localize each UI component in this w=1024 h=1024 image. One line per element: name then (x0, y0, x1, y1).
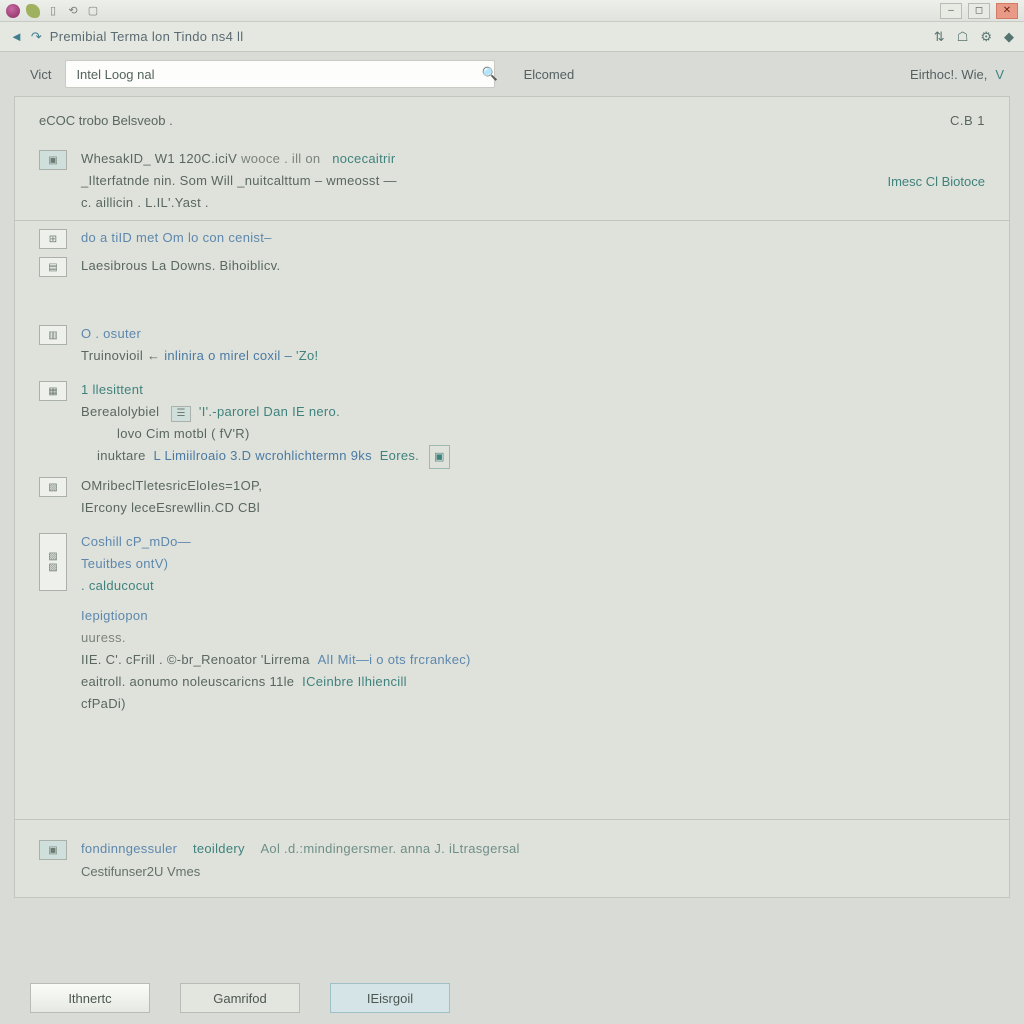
item-4-icon[interactable]: ▦ (39, 381, 67, 401)
item-4-l2a: Berealolybiel (81, 404, 159, 419)
item-1-line3: c. aillicin . L.IL'.Yast . (81, 192, 873, 214)
item-5-l7a: eaitroll. aonumo noleuscaricns 11le (81, 674, 294, 689)
nav-back-icon[interactable]: ◄ (10, 29, 23, 44)
footer-button-1[interactable]: Ithnertc (30, 983, 150, 1013)
item-5-icon[interactable]: ▨▨ (39, 533, 67, 591)
maximize-button[interactable]: ◻ (968, 3, 990, 19)
section-header: eCOC trobo Belsveob . C.B 1 (15, 97, 1009, 142)
related-link-1[interactable]: fondinngessuler (81, 841, 177, 856)
refresh-icon[interactable]: ⟲ (66, 4, 80, 18)
search-input[interactable] (65, 60, 495, 88)
item-1-meta: wooce . ill on (241, 151, 320, 166)
item-3-body-a: Truinovioil ← (81, 348, 160, 363)
left-tab-label[interactable]: Vict (30, 67, 51, 82)
window-titlebar: ▯ ⟲ ▢ – ◻ ✕ (0, 0, 1024, 22)
item-1-icon[interactable]: ▣ (39, 150, 67, 170)
result-item-5: ▨▨ Coshill cP_mDo— Teuitbes ontV) . cald… (15, 525, 1009, 721)
item-1-link[interactable]: nocecaitrir (332, 151, 395, 166)
item-4-badge-icon[interactable]: ▣ (429, 445, 450, 469)
doc-icon[interactable]: ▯ (46, 4, 60, 18)
item-3-body-c[interactable]: 'Zo! (296, 348, 318, 363)
item-4-l2b[interactable]: 'I'.-parorel Dan IE nero. (199, 404, 340, 419)
item-5-l4[interactable]: Iepigtiopon (81, 608, 148, 623)
item-3-body-b: inlinira o mirel coxil – (164, 348, 292, 363)
footer-button-2[interactable]: Gamrifod (180, 983, 300, 1013)
toolbar-tool-1-icon[interactable]: ⇅ (934, 29, 945, 45)
related-mid: Aol .d.:mindingersmer. anna J. iLtrasger… (260, 841, 519, 856)
result-item-2: ⊞ do a tiID met Om lo con cenist– (15, 221, 1009, 255)
toolbar: ◄ ↷ Premibial Terma lon Tindo ns4 ll ⇅ ☖… (0, 22, 1024, 52)
item-4-l4a: inuktare (97, 448, 146, 463)
section-code: C.B 1 (950, 113, 985, 128)
item-5-l3[interactable]: . calducocut (81, 578, 154, 593)
item-4-l4b: L Limiilroaio 3.D wcrohlichtermn 9ks (153, 448, 371, 463)
item-2b-text: Laesibrous La Downs. Bihoiblicv. (81, 255, 985, 277)
browse-label[interactable]: Elcomed (524, 67, 575, 82)
item-1-action[interactable]: Imesc Cl Biotoce (887, 174, 985, 189)
item-3-title[interactable]: O . osuter (81, 323, 985, 345)
content-panel: eCOC trobo Belsveob . C.B 1 ▣ WhesakID_ … (14, 96, 1010, 898)
item-2a-icon[interactable]: ⊞ (39, 229, 67, 249)
right-info-label: Eirthoc!. Wie, (910, 67, 987, 82)
item-5-l1[interactable]: Coshill cP_mDo— (81, 534, 191, 549)
breadcrumb-path: Premibial Terma lon Tindo ns4 ll (50, 29, 244, 44)
item-5-l6a: IIE. C'. cFrill . ©-br_Renoator 'Lirrema (81, 652, 310, 667)
toolbar-settings-icon[interactable]: ⚙ (980, 29, 992, 45)
item-5-l8: cfPaDi) (81, 693, 985, 715)
item-5-l5: uuress. (81, 627, 985, 649)
related-link-2[interactable]: teoildery (193, 841, 245, 856)
item-5-l7b[interactable]: ICeinbre Ilhiencill (302, 674, 407, 689)
item-4b-l2: IErcony leceEsrewllin.CD CBl (81, 497, 985, 519)
app-icon (6, 4, 20, 18)
tab-strip: Vict 🔍 Elcomed Eirthoc!. Wie, V (0, 52, 1024, 96)
result-item-4b: ▧ OMribeclTletesricEloIes=1OP, IErcony l… (15, 475, 1009, 525)
item-4-l4c[interactable]: Eores. (380, 448, 419, 463)
leaf-icon (26, 4, 40, 18)
related-section: ▣ fondinngessuler teoildery Aol .d.:mind… (15, 819, 1009, 897)
inline-badge-icon: ☰ (171, 406, 191, 422)
minimize-button[interactable]: – (940, 3, 962, 19)
item-4-l3: lovo Cim motbl ( fV'R) (81, 423, 985, 445)
related-icon[interactable]: ▣ (39, 840, 67, 860)
result-item-2b: ▤ Laesibrous La Downs. Bihoiblicv. (15, 255, 1009, 283)
item-4-title[interactable]: 1 llesittent (81, 379, 985, 401)
item-1-line2: _Ilterfatnde nin. Som Will _nuitcalttum … (81, 170, 873, 192)
result-item-1: ▣ WhesakID_ W1 120C.iciV wooce . ill on … (15, 142, 1009, 220)
item-4b-l1: OMribeclTletesricEloIes=1OP, (81, 475, 985, 497)
result-item-4: ▦ 1 llesittent Berealolybiel ☰ 'I'.-paro… (15, 373, 1009, 475)
page-icon[interactable]: ▢ (86, 4, 100, 18)
item-4b-icon[interactable]: ▧ (39, 477, 67, 497)
item-1-title: WhesakID_ W1 120C.iciV (81, 151, 237, 166)
related-sub: Cestifunser2U Vmes (39, 864, 985, 879)
result-item-3: ▥ O . osuter Truinovioil ← inlinira o mi… (15, 317, 1009, 373)
item-5-l6b[interactable]: AlI Mit—i o ots frcrankec) (318, 652, 471, 667)
toolbar-user-icon[interactable]: ☖ (957, 29, 969, 45)
item-2b-icon[interactable]: ▤ (39, 257, 67, 277)
footer-button-3[interactable]: IEisrgoil (330, 983, 450, 1013)
close-button[interactable]: ✕ (996, 3, 1018, 19)
item-2a-link[interactable]: do a tiID met Om lo con cenist– (81, 230, 272, 245)
dialog-footer: Ithnertc Gamrifod IEisrgoil (0, 972, 1024, 1024)
item-3-icon[interactable]: ▥ (39, 325, 67, 345)
section-title: eCOC trobo Belsveob . (39, 113, 173, 128)
item-5-l2[interactable]: Teuitbes ontV) (81, 556, 168, 571)
nav-forward-icon[interactable]: ↷ (31, 29, 42, 45)
toolbar-help-icon[interactable]: ◆ (1004, 29, 1014, 45)
chevron-down-icon[interactable]: V (995, 67, 1004, 82)
